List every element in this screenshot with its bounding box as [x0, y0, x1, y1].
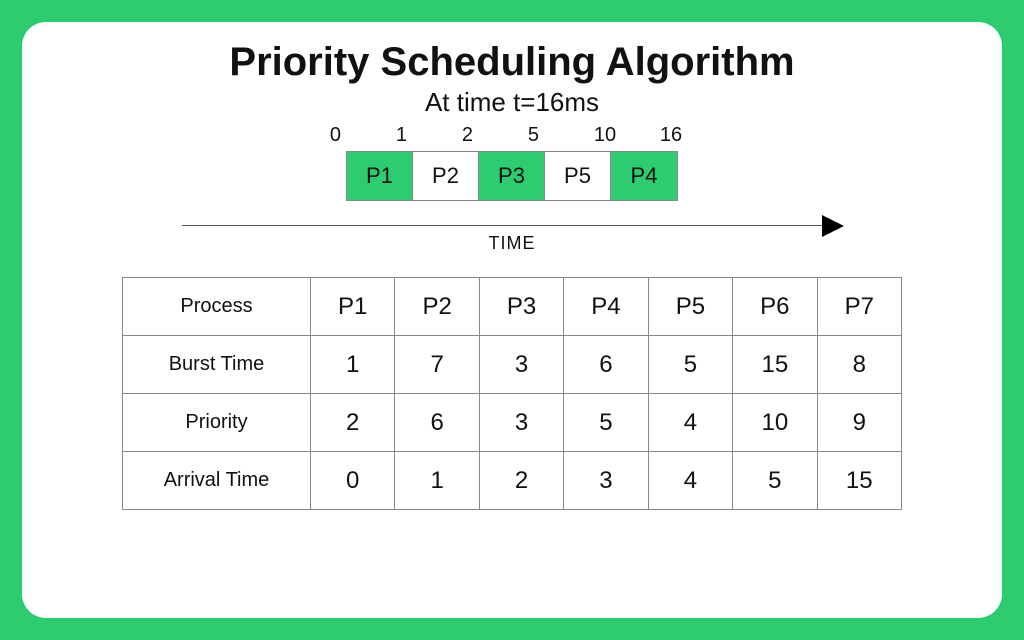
table-cell: 3	[564, 452, 648, 510]
gantt-cell: P4	[611, 152, 677, 200]
table-cell: P5	[648, 278, 732, 336]
gantt-cell: P3	[479, 152, 545, 200]
time-axis-label: TIME	[489, 233, 536, 254]
table-row: Burst Time 1 7 3 6 5 15 8	[123, 336, 902, 394]
table-cell: 4	[648, 452, 732, 510]
table-cell: 8	[817, 336, 901, 394]
table-cell: 6	[395, 394, 479, 452]
gantt-row: P1 P2 P3 P5 P4	[346, 151, 678, 201]
row-header-arrival: Arrival Time	[123, 452, 311, 510]
table-row: Process P1 P2 P3 P4 P5 P6 P7	[123, 278, 902, 336]
row-header-burst: Burst Time	[123, 336, 311, 394]
gantt-cell: P1	[347, 152, 413, 200]
gantt-tick: 10	[594, 124, 660, 147]
table-cell: 10	[733, 394, 817, 452]
table-cell: 3	[479, 394, 563, 452]
gantt-tick: 0	[330, 124, 396, 147]
row-header-process: Process	[123, 278, 311, 336]
table-cell: P2	[395, 278, 479, 336]
table-cell: 15	[817, 452, 901, 510]
gantt-chart: 0 1 2 5 10 16 P1 P2 P3 P5 P4 TIME	[92, 124, 932, 255]
table-cell: 5	[648, 336, 732, 394]
arrow-head-icon	[822, 215, 844, 237]
table-cell: 2	[311, 394, 395, 452]
page-subtitle: At time t=16ms	[92, 87, 932, 118]
gantt-tick-row: 0 1 2 5 10 16	[336, 124, 688, 147]
table-cell: 1	[311, 336, 395, 394]
gantt-tick: 1	[396, 124, 462, 147]
row-header-priority: Priority	[123, 394, 311, 452]
page-title: Priority Scheduling Algorithm	[92, 40, 932, 85]
gantt-cell: P5	[545, 152, 611, 200]
table-cell: 7	[395, 336, 479, 394]
table-cell: 0	[311, 452, 395, 510]
gantt-tick: 16	[660, 124, 682, 147]
table-cell: 4	[648, 394, 732, 452]
arrow-line	[182, 225, 824, 226]
table-cell: 2	[479, 452, 563, 510]
table-cell: 5	[733, 452, 817, 510]
table-cell: P7	[817, 278, 901, 336]
table-cell: P6	[733, 278, 817, 336]
table-cell: 15	[733, 336, 817, 394]
time-arrow: TIME	[182, 215, 842, 255]
process-table: Process P1 P2 P3 P4 P5 P6 P7 Burst Time …	[122, 277, 902, 510]
gantt-cell: P2	[413, 152, 479, 200]
table-row: Arrival Time 0 1 2 3 4 5 15	[123, 452, 902, 510]
gantt-tick: 5	[528, 124, 594, 147]
table-cell: 6	[564, 336, 648, 394]
table-cell: 9	[817, 394, 901, 452]
gantt-tick: 2	[462, 124, 528, 147]
content-panel: Priority Scheduling Algorithm At time t=…	[22, 22, 1002, 618]
table-cell: 5	[564, 394, 648, 452]
table-cell: P3	[479, 278, 563, 336]
table-cell: P1	[311, 278, 395, 336]
table-cell: P4	[564, 278, 648, 336]
table-cell: 3	[479, 336, 563, 394]
table-row: Priority 2 6 3 5 4 10 9	[123, 394, 902, 452]
table-cell: 1	[395, 452, 479, 510]
